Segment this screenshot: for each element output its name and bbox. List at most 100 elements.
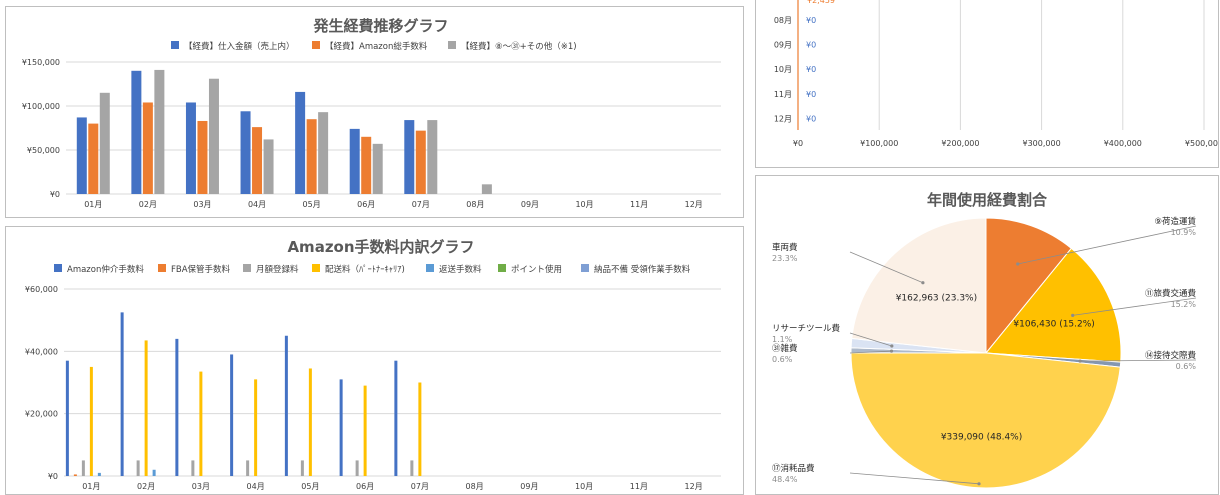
bar (300, 460, 304, 476)
x-tick-label: 02月 (139, 200, 157, 209)
expense-share-pie-panel: 年間使用経費割合 ¥106,430 (15.2%) ¥339,090 (48.4%)… (755, 175, 1219, 495)
bar (154, 69, 165, 194)
legend-swatch (312, 41, 320, 49)
x-tick-label: 12月 (685, 482, 703, 491)
y-tick-label: ¥150,000 (22, 58, 60, 67)
bar (361, 136, 372, 194)
bar (252, 127, 263, 194)
x-tick-label: ¥400,000 (1104, 139, 1142, 148)
x-tick-label: 05月 (303, 200, 321, 209)
bar (349, 128, 360, 194)
x-tick-label: 09月 (521, 200, 539, 209)
x-tick-label: 08月 (466, 200, 484, 209)
slice-percent-label: 10.9% (1171, 228, 1197, 237)
y-tick-label: 11月 (774, 90, 792, 99)
legend-label: 配送料（ﾊﾟｰﾄﾅｰｷｬﾘｱ) (325, 264, 405, 275)
chart-title: Amazon手数料内訳グラフ (287, 238, 474, 256)
slice-name-label: 車両費 (772, 242, 798, 253)
slice-name-label: ⑪旅費交通費 (1145, 288, 1197, 299)
x-tick-label: ¥300,000 (1023, 139, 1061, 148)
x-tick-label: 05月 (301, 482, 319, 491)
bar (152, 469, 156, 476)
bar (197, 120, 208, 194)
slice-percent-label: 0.6% (772, 355, 793, 364)
x-tick-label: 07月 (412, 200, 430, 209)
bar (372, 143, 383, 194)
bar (404, 120, 415, 194)
y-tick-label: ¥100,000 (22, 102, 60, 111)
bar (88, 123, 99, 194)
data-label: ¥0 (806, 65, 816, 74)
slice-name-label: ⑨荷造運賃 (1154, 216, 1196, 227)
y-tick-label: 09月 (774, 41, 792, 50)
legend-label: 【経費】仕入金額（売上内） (184, 41, 295, 52)
bar (185, 102, 196, 194)
y-tick-label: ¥40,000 (25, 347, 58, 356)
x-tick-label: 01月 (82, 482, 100, 491)
slice-name-label: ⑰消耗品費 (772, 463, 815, 474)
x-tick-label: 10月 (575, 200, 593, 209)
y-tick-label: ¥20,000 (25, 410, 58, 419)
legend-swatch (581, 264, 589, 272)
x-tick-label: 03月 (193, 200, 211, 209)
bar (339, 379, 343, 476)
legend-label: FBA保管手数料 (171, 264, 231, 275)
x-tick-label: 03月 (192, 482, 210, 491)
bar (481, 184, 492, 194)
y-tick-label: ¥60,000 (25, 285, 58, 294)
y-tick-label: ¥0 (48, 472, 58, 481)
bar (427, 120, 438, 194)
bar (81, 460, 85, 476)
y-tick-label: 08月 (774, 16, 792, 25)
pie-slice (851, 217, 987, 354)
leader-dot (977, 482, 981, 486)
legend-swatch (243, 264, 251, 272)
x-tick-label: 04月 (247, 482, 265, 491)
legend-swatch (498, 264, 506, 272)
legend-swatch (54, 264, 62, 272)
y-tick-label: ¥0 (50, 190, 60, 199)
bar (295, 91, 306, 194)
legend-label: ポイント使用 (511, 264, 562, 275)
slice-name-label: ⑭接待交際費 (1145, 350, 1197, 361)
bar (89, 366, 93, 476)
x-tick-label: ¥100,000 (860, 139, 898, 148)
leader-dot (1071, 313, 1075, 317)
legend-swatch (448, 41, 456, 49)
bar (410, 460, 414, 476)
data-label: ¥0 (806, 114, 816, 123)
x-tick-label: ¥200,000 (941, 139, 979, 148)
monthly-horizontal-chart: ¥0 ¥100,000 ¥200,000 ¥300,000 ¥400,000 ¥500,0… (774, 0, 1218, 148)
bar (142, 102, 153, 194)
slice-value-label: ¥339,090 (48.4%) (941, 433, 1022, 443)
bar (284, 335, 288, 476)
slice-percent-label: 15.2% (1171, 300, 1197, 309)
legend-label: 返送手数料 (439, 264, 482, 275)
bar (199, 371, 203, 476)
slice-name-label: リサーチツール費 (772, 323, 841, 334)
clipped-data-label: ¥2,459 (807, 0, 835, 5)
legend-swatch (312, 264, 320, 272)
x-tick-label: ¥0 (793, 139, 803, 148)
bar (254, 379, 258, 476)
bar (418, 382, 422, 476)
bar (208, 78, 219, 194)
y-tick-label: 12月 (774, 114, 792, 123)
bar (99, 92, 110, 194)
slice-percent-label: 0.6% (1176, 362, 1197, 371)
bar (394, 360, 398, 476)
leader-dot (889, 349, 894, 353)
slice-value-label: ¥162,963 (23.3%) (896, 294, 977, 304)
leader-dot (921, 281, 925, 285)
x-tick-label: ¥500,000 (1185, 139, 1218, 148)
bar (76, 117, 87, 194)
y-tick-label: 10月 (774, 65, 792, 74)
expense-trend-chart: 発生経費推移グラフ【経費】仕入金額（売上内） 【経費】Amazon総手数料 【経費】… (22, 17, 721, 209)
amazon-fee-chart: Amazon手数料内訳グラフ Amazon仲介手数料 FBA保管手数料 月額登録料 配送… (25, 238, 721, 491)
bar (240, 111, 251, 194)
slice-percent-label: 48.4% (772, 475, 798, 484)
x-tick-label: 07月 (411, 482, 429, 491)
pie-slice (850, 352, 1121, 489)
bar (144, 340, 148, 476)
bar (230, 354, 234, 476)
